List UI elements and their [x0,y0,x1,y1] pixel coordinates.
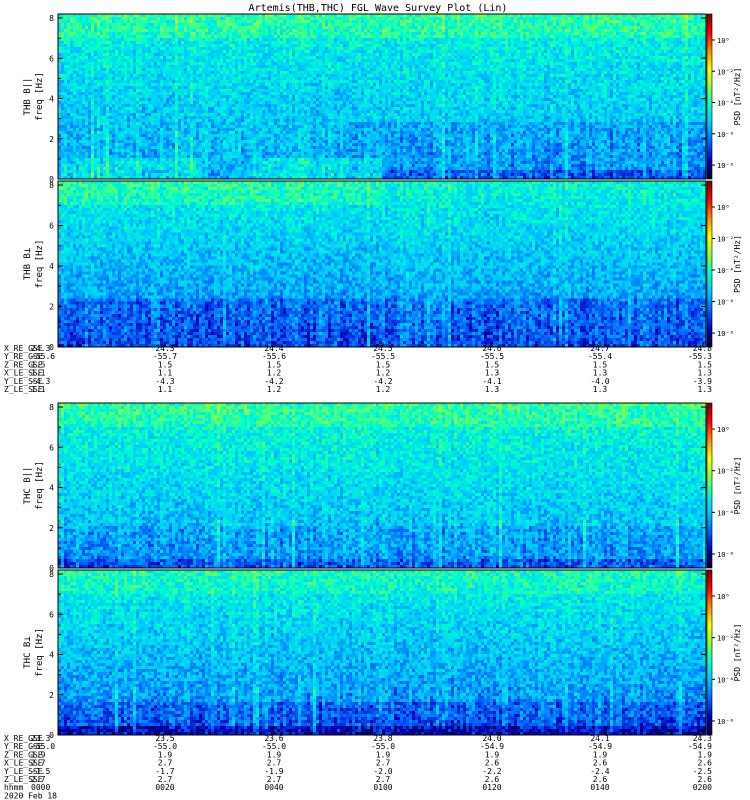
ytick-label: 4 [49,262,54,271]
colorbar-label: PSD [nT²/Hz] [733,457,742,515]
ephem-value: 1.1 [158,385,173,394]
colorbar-tick-label: 10⁻⁸ [717,330,734,338]
colorbar-label: PSD [nT²/Hz] [733,235,742,293]
colorbar-gradient [706,13,713,180]
ephem-value: 1.2 [267,385,282,394]
colorbar-tick-label: 10⁻⁶ [717,299,734,307]
ephem-value: 0140 [590,783,609,792]
ytick-label: 2 [49,524,54,533]
colorbar-tick-label: 10⁰ [717,426,730,434]
colorbar-thb_bperp: 10⁻⁸ 10⁻⁶ 10⁻⁴ 10⁻² 10⁰ PSD [nT²/Hz] [706,180,742,348]
ytick-label: 4 [49,95,54,104]
ephem-value: 1.1 [31,385,46,394]
colorbar-tick-label: 10⁻⁴ [717,509,734,517]
ephemeris-block-2: X_RE_GSE23.3 23.5 23.6 23.8 24.0 24.1 24.3Y_RE… [4,734,712,800]
ylabel-probe: THB B|| [23,78,33,116]
figure-title: Artemis(THB,THC) FGL Wave Survey Plot (L… [249,3,508,14]
colorbar-gradient [706,402,713,569]
colorbar-thc_bll: 10⁻⁶ 10⁻⁴ 10⁻² 10⁰ PSD [nT²/Hz] [706,402,742,569]
ephem-value: 1.3 [593,385,608,394]
ytick-label: 2 [49,691,54,700]
ylabel-freq: freq [Hz] [35,72,45,121]
colorbar-tick-label: 10⁻⁶ [717,131,734,139]
ephem-value: 0200 [693,783,712,792]
ephem-value: 0100 [373,783,392,792]
colorbar-tick-label: 10⁻² [717,68,734,76]
ytick-label: 8 [49,570,54,579]
colorbar-tick-label: 10⁻⁴ [717,100,734,108]
spectrogram-panel-thb_bll: 02468THB B|| freq [Hz]10⁻⁸10⁻⁶10⁻⁴10⁻²10⁰… [23,13,742,184]
ytick-label: 2 [49,135,54,144]
ytick-label: 6 [49,610,54,619]
ylabel-probe: THC B|| [23,467,33,505]
ylabel-freq: freq [Hz] [35,461,45,510]
ephem-row-label: 2020 Feb 18 [4,791,57,800]
ephem-value: 1.2 [376,385,391,394]
ylabel-freq: freq [Hz] [35,240,45,289]
ytick-label: 2 [49,303,54,312]
colorbar-label: PSD [nT²/Hz] [733,68,742,126]
ephem-value: 0120 [482,783,501,792]
colorbar-tick-label: 10⁻⁴ [717,267,734,275]
colorbar-tick-label: 10⁰ [717,204,730,212]
colorbar-tick-label: 10⁰ [717,593,730,601]
colorbar-tick-label: 10⁻² [717,236,734,244]
colorbar-tick-label: 10⁻⁴ [717,676,734,684]
ytick-label: 6 [49,54,54,63]
ylabel-freq: freq [Hz] [35,628,45,677]
ylabel-probe: THB B⊥ [23,247,33,280]
ephem-value: 0040 [264,783,283,792]
heatmap-thb_bll [58,14,706,179]
ytick-label: 6 [49,443,54,452]
colorbar-tick-label: 10⁰ [717,37,730,45]
spectrogram-panel-thc_bperp: 02468THC B⊥ freq [Hz]10⁻⁶10⁻⁴10⁻²10⁰PSD [… [23,569,742,740]
ytick-label: 8 [49,403,54,412]
wave-survey-figure: Artemis(THB,THC) FGL Wave Survey Plot (L… [4,3,742,800]
ytick-label: 8 [49,14,54,23]
ephem-value: 0020 [155,783,174,792]
colorbar-tick-label: 10⁻² [717,468,734,476]
heatmap-thc_bll [58,403,706,568]
ephem-value: 1.3 [698,385,713,394]
colorbar-gradient [706,180,713,348]
ytick-label: 6 [49,222,54,231]
ytick-label: 4 [49,651,54,660]
ytick-label: 4 [49,484,54,493]
ephem-value: 1.3 [485,385,500,394]
colorbar-tick-label: 10⁻⁶ [717,718,734,726]
colorbar-thb_bll: 10⁻⁸ 10⁻⁶ 10⁻⁴ 10⁻² 10⁰ PSD [nT²/Hz] [706,13,742,180]
colorbar-label: PSD [nT²/Hz] [733,624,742,682]
heatmap-thb_bperp [58,181,706,347]
colorbar-tick-label: 10⁻² [717,635,734,643]
heatmap-thc_bperp [58,570,706,735]
spectrogram-panel-thb_bperp: 02468THB B⊥ freq [Hz]10⁻⁸10⁻⁶10⁻⁴10⁻²10⁰P… [23,180,742,352]
colorbar-tick-label: 10⁻⁶ [717,551,734,559]
spectrogram-panel-thc_bll: 02468THC B|| freq [Hz]10⁻⁶10⁻⁴10⁻²10⁰PSD … [23,402,742,573]
colorbar-tick-label: 10⁻⁸ [717,162,734,170]
colorbar-gradient [706,569,713,736]
ytick-label: 8 [49,181,54,190]
ephemeris-block-1: X_RE_GSE24.3 24.3 24.4 24.5 24.6 24.7 24.8Y_RE… [4,344,712,394]
ylabel-probe: THC B⊥ [23,636,33,669]
colorbar-thc_bperp: 10⁻⁶ 10⁻⁴ 10⁻² 10⁰ PSD [nT²/Hz] [706,569,742,736]
